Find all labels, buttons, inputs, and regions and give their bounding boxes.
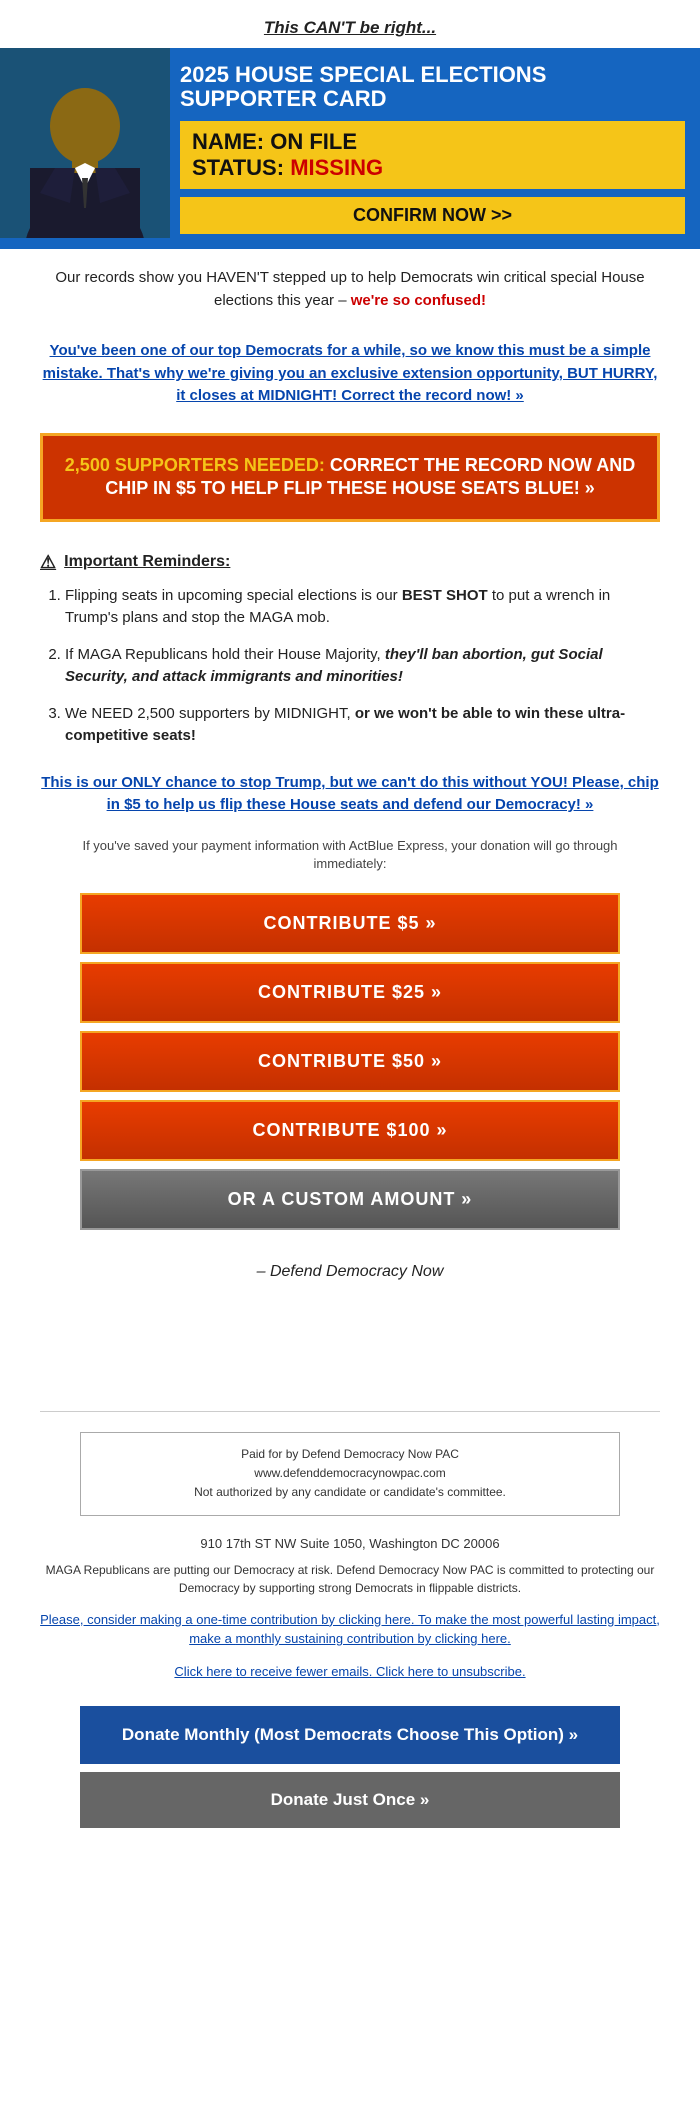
sign-off: – Defend Democracy Now (0, 1248, 700, 1311)
reminders-title: ⚠ Important Reminders: (40, 552, 660, 573)
footer-disclaimer: Not authorized by any candidate or candi… (93, 1483, 607, 1502)
hero-banner: 2025 HOUSE SPECIAL ELECTIONS SUPPORTER C… (0, 48, 700, 249)
reminders-section: ⚠ Important Reminders: Flipping seats in… (0, 542, 700, 767)
cta-box-text: 2,500 SUPPORTERS NEEDED: CORRECT THE REC… (63, 454, 637, 501)
contribute-5-button[interactable]: CONTRIBUTE $5 » (80, 893, 620, 954)
hero-image (0, 48, 170, 249)
cta-highlight: 2,500 SUPPORTERS NEEDED: (65, 455, 325, 475)
person-photo (0, 48, 170, 238)
sustaining-link[interactable]: monthly sustaining contribution by click… (235, 1631, 507, 1646)
bottom-buttons: Donate Monthly (Most Democrats Choose Th… (0, 1696, 700, 1856)
contribute-25-button[interactable]: CONTRIBUTE $25 » (80, 962, 620, 1023)
confirm-now-btn[interactable]: CONFIRM NOW >> (180, 197, 685, 234)
footer-website: www.defenddemocracynowpac.com (93, 1464, 607, 1483)
name-line: NAME: ON FILE (192, 129, 673, 155)
hero-content: 2025 HOUSE SPECIAL ELECTIONS SUPPORTER C… (170, 48, 700, 249)
donate-once-button[interactable]: Donate Just Once » (80, 1772, 620, 1828)
bottom-link-section: This is our ONLY chance to stop Trump, b… (0, 767, 700, 832)
divider (40, 1411, 660, 1412)
one-time-link[interactable]: one-time contribution by clicking here (196, 1612, 411, 1627)
payment-notice: If you've saved your payment information… (0, 832, 700, 888)
status-line: STATUS: MISSING (192, 155, 673, 181)
unsubscribe-section: Click here to receive fewer emails. Clic… (0, 1657, 700, 1697)
donate-monthly-button[interactable]: Donate Monthly (Most Democrats Choose Th… (80, 1706, 620, 1764)
footer-address: 910 17th ST NW Suite 1050, Washington DC… (0, 1526, 700, 1556)
list-item: Flipping seats in upcoming special elect… (65, 585, 660, 630)
orange-cta-box[interactable]: 2,500 SUPPORTERS NEEDED: CORRECT THE REC… (40, 433, 660, 522)
intro-text: Our records show you HAVEN'T stepped up … (0, 249, 700, 330)
warning-icon: ⚠ (40, 552, 56, 573)
extension-link[interactable]: You've been one of our top Democrats for… (0, 330, 700, 423)
footer-box: Paid for by Defend Democracy Now PAC www… (80, 1432, 620, 1516)
reminder-list: Flipping seats in upcoming special elect… (40, 585, 660, 748)
custom-amount-button[interactable]: OR A CUSTOM AMOUNT » (80, 1169, 620, 1230)
contribute-50-button[interactable]: CONTRIBUTE $50 » (80, 1031, 620, 1092)
maga-disclaimer: MAGA Republicans are putting our Democra… (0, 1556, 700, 1602)
name-status-box: NAME: ON FILE STATUS: MISSING (180, 121, 685, 189)
page-title: This CAN'T be right... (0, 0, 700, 48)
footer-links: Please, consider making a one-time contr… (0, 1602, 700, 1657)
confused-text: we're so confused! (351, 292, 486, 309)
contribute-100-button[interactable]: CONTRIBUTE $100 » (80, 1100, 620, 1161)
click-here-link[interactable]: Click here (174, 1664, 232, 1679)
bottom-cta-link[interactable]: This is our ONLY chance to stop Trump, b… (41, 774, 659, 814)
list-item: We NEED 2,500 supporters by MIDNIGHT, or… (65, 703, 660, 748)
list-item: If MAGA Republicans hold their House Maj… (65, 644, 660, 689)
hero-title: 2025 HOUSE SPECIAL ELECTIONS SUPPORTER C… (180, 63, 685, 111)
unsubscribe-text: to receive fewer emails. Click here to u… (232, 1664, 525, 1679)
status-missing: MISSING (290, 155, 383, 180)
donate-buttons: CONTRIBUTE $5 » CONTRIBUTE $25 » CONTRIB… (0, 888, 700, 1248)
paid-for: Paid for by Defend Democracy Now PAC (93, 1445, 607, 1464)
